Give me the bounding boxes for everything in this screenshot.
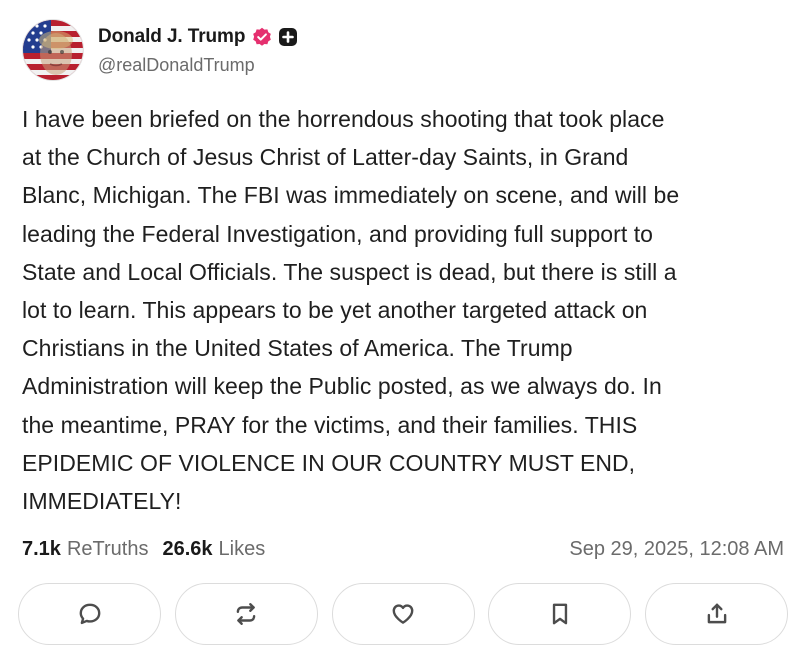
share-icon <box>707 603 726 624</box>
post-body-line: State and Local Officials. The suspect i… <box>22 258 677 285</box>
post-body: I have been briefed on the horrendous sh… <box>22 100 782 520</box>
likes-count[interactable]: 26.6k <box>162 538 212 561</box>
likes-label[interactable]: Likes <box>219 538 266 561</box>
post-body-line: lot to learn. This appears to be yet ano… <box>22 297 648 324</box>
display-name[interactable]: Donald J. Trump <box>98 26 245 48</box>
share-button[interactable] <box>645 583 788 645</box>
heart-icon <box>392 604 414 624</box>
post-timestamp[interactable]: Sep 29, 2025, 12:08 AM <box>569 538 784 561</box>
repost-icon <box>236 603 256 625</box>
retruth-button[interactable] <box>174 583 318 645</box>
bookmark-icon <box>552 603 567 625</box>
retruths-label[interactable]: ReTruths <box>67 538 149 561</box>
post-body-line: EPIDEMIC OF VIOLENCE IN OUR COUNTRY MUST… <box>22 449 636 476</box>
post-body-line: at the Church of Jesus Christ of Latter-… <box>22 144 629 171</box>
avatar[interactable] <box>22 19 84 81</box>
post-stats: 7.1k ReTruths 26.6k Likes Sep 29, 2025, … <box>22 534 784 564</box>
post-body-line: leading the Federal Investigation, and p… <box>22 220 653 247</box>
post-body-line: Blanc, Michigan. The FBI was immediately… <box>22 182 680 209</box>
verified-badge-icon <box>252 27 272 47</box>
post-body-line: Christians in the United States of Ameri… <box>22 335 573 362</box>
reply-button[interactable] <box>18 583 161 645</box>
bookmark-button[interactable] <box>488 583 632 645</box>
retruths-count[interactable]: 7.1k <box>22 538 61 561</box>
plus-badge-icon <box>278 27 298 47</box>
action-bar <box>18 583 788 647</box>
name-row: Donald J. Trump <box>98 25 298 49</box>
avatar-image <box>23 20 83 80</box>
post-body-line: the meantime, PRAY for the victims, and … <box>22 411 638 438</box>
post-body-line: Administration will keep the Public post… <box>22 373 662 400</box>
post-body-line: I have been briefed on the horrendous sh… <box>22 106 665 132</box>
post-body-line: IMMEDIATELY! <box>22 488 182 515</box>
author-identity: Donald J. Trump @realDonaldTrump <box>98 25 298 76</box>
comment-icon <box>79 603 100 625</box>
post-header: Donald J. Trump @realDonaldTrump <box>22 18 298 82</box>
user-handle[interactable]: @realDonaldTrump <box>98 55 298 76</box>
truth-post: Donald J. Trump @realDonaldTrump I have <box>0 0 800 652</box>
like-button[interactable] <box>331 583 475 645</box>
